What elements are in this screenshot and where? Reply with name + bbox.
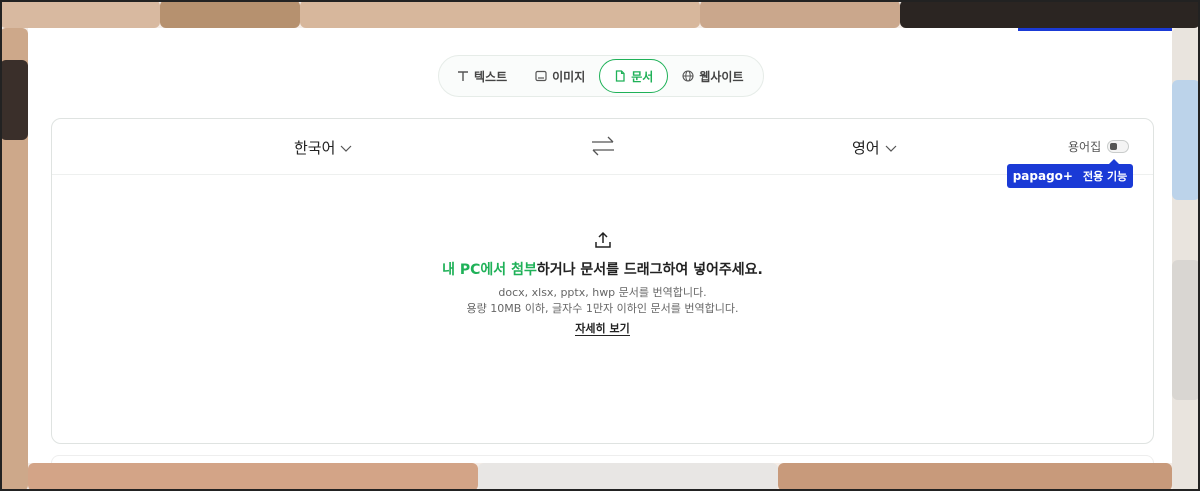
- mode-tabs: 텍스트 이미지 문서 웹사이트: [438, 55, 764, 97]
- swap-icon: [592, 136, 614, 156]
- glossary-control: 용어집: [1068, 138, 1130, 155]
- document-translation-box: 한국어 영어 용어집 papago+ 전용 기능 내 PC에서 첨부하거나 문서…: [51, 118, 1154, 444]
- upload-instruction-text: 하거나 문서를 드래그하여 넣어주세요.: [536, 262, 763, 278]
- globe-icon: [682, 70, 694, 82]
- target-language-label: 영어: [852, 139, 880, 157]
- tab-website[interactable]: 웹사이트: [668, 59, 757, 93]
- image-icon: [535, 70, 547, 82]
- tab-text[interactable]: 텍스트: [443, 59, 521, 93]
- next-section-edge: [51, 455, 1154, 463]
- text-icon: [457, 70, 469, 82]
- tab-label: 텍스트: [474, 69, 508, 84]
- supported-formats-text: docx, xlsx, pptx, hwp 문서를 번역합니다.: [498, 286, 707, 299]
- glossary-label: 용어집: [1068, 140, 1102, 154]
- size-limit-text: 용량 10MB 이하, 글자수 1만자 이하인 문서를 번역합니다.: [466, 302, 739, 315]
- tab-label: 이미지: [552, 69, 586, 84]
- swap-languages-button[interactable]: [590, 135, 616, 157]
- toggle-knob: [1110, 143, 1118, 150]
- tab-label: 문서: [631, 69, 654, 84]
- tab-label: 웹사이트: [699, 69, 744, 84]
- accent-line: [1018, 28, 1172, 31]
- attach-from-pc-link[interactable]: 내 PC에서 첨부: [442, 262, 537, 278]
- target-language-select[interactable]: 영어: [852, 137, 897, 158]
- source-language-select[interactable]: 한국어: [294, 137, 352, 158]
- upload-icon[interactable]: [594, 231, 612, 249]
- chevron-down-icon: [885, 139, 897, 157]
- details-link[interactable]: 자세히 보기: [575, 322, 630, 336]
- upload-instruction: 내 PC에서 첨부하거나 문서를 드래그하여 넣어주세요.: [52, 259, 1153, 279]
- document-icon: [614, 70, 626, 82]
- papago-plus-badge: papago+ 전용 기능: [1007, 159, 1133, 188]
- badge-brand: papago+: [1012, 169, 1073, 183]
- upload-dropzone[interactable]: 내 PC에서 첨부하거나 문서를 드래그하여 넣어주세요. docx, xlsx…: [52, 231, 1153, 336]
- source-language-label: 한국어: [294, 139, 336, 157]
- language-bar: 한국어 영어 용어집 papago+ 전용 기능: [52, 119, 1153, 188]
- tab-document[interactable]: 문서: [599, 59, 669, 93]
- glossary-toggle[interactable]: [1107, 140, 1130, 153]
- chevron-down-icon: [340, 139, 352, 157]
- tab-image[interactable]: 이미지: [521, 59, 599, 93]
- badge-text: 전용 기능: [1082, 170, 1128, 183]
